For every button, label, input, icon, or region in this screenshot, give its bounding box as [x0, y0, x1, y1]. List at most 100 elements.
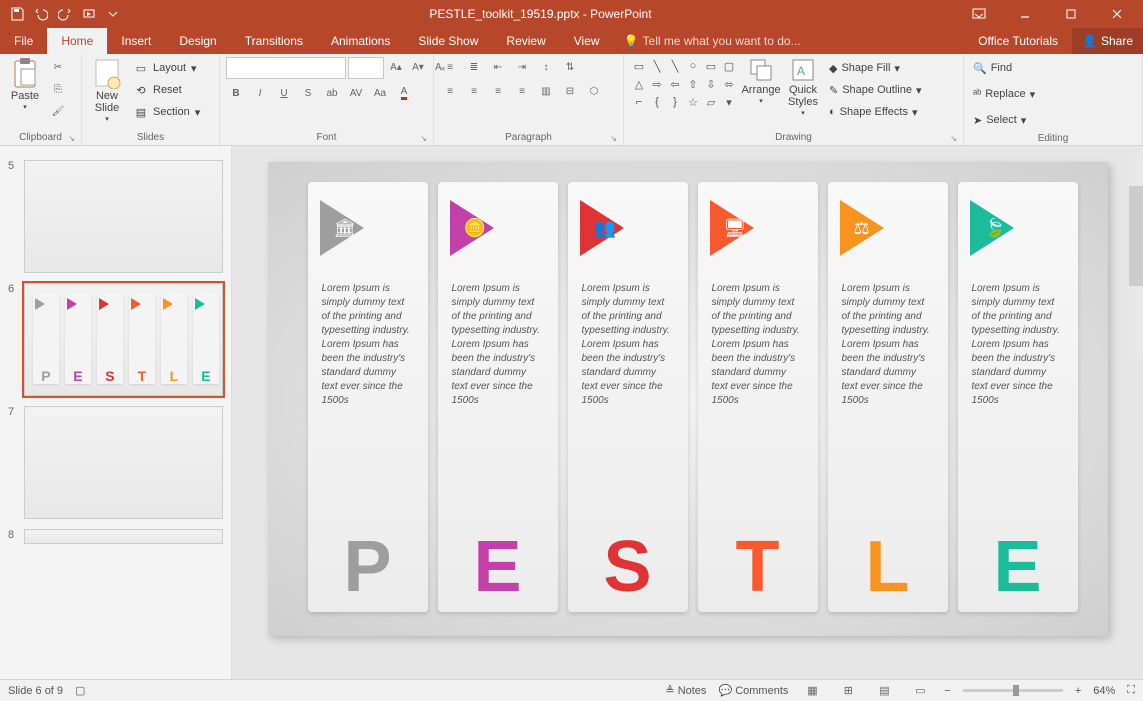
normal-view-icon[interactable]: ▦ [800, 682, 824, 700]
tab-animations[interactable]: Animations [317, 28, 404, 54]
thumb-slide-5[interactable] [24, 160, 223, 273]
launcher-icon[interactable]: ↘ [610, 134, 617, 143]
decrease-font-icon[interactable]: A▾ [408, 57, 428, 77]
slide-counter[interactable]: Slide 6 of 9 [8, 685, 63, 697]
slide-canvas[interactable]: 🏛Lorem Ipsum is simply dummy text of the… [268, 162, 1108, 636]
slide-thumbnail-pane[interactable]: 5 6 P E S T L E 7 8 [0, 146, 232, 679]
tab-home[interactable]: Home [47, 28, 107, 54]
justify-icon[interactable]: ≡ [512, 81, 532, 101]
pestle-column-e[interactable]: 🍃Lorem Ipsum is simply dummy text of the… [958, 182, 1078, 612]
italic-icon[interactable]: I [250, 83, 270, 103]
shape-tri-icon[interactable]: △ [630, 75, 648, 93]
undo-icon[interactable] [30, 3, 52, 25]
start-from-beginning-icon[interactable] [78, 3, 100, 25]
align-text-icon[interactable]: ⊟ [560, 81, 580, 101]
spell-check-icon[interactable]: ▢ [75, 684, 85, 697]
shape-star-icon[interactable]: ☆ [684, 93, 702, 111]
align-center-icon[interactable]: ≡ [464, 81, 484, 101]
bold-icon[interactable]: B [226, 83, 246, 103]
pestle-column-l[interactable]: ⚖Lorem Ipsum is simply dummy text of the… [828, 182, 948, 612]
launcher-icon[interactable]: ↘ [68, 134, 75, 143]
shape-roundrect-icon[interactable]: ▢ [720, 57, 738, 75]
shape-brace-icon[interactable]: { [648, 93, 666, 111]
replace-button[interactable]: ᵃᵇReplace ▾ [970, 83, 1038, 105]
change-case-icon[interactable]: Aa [370, 83, 390, 103]
slide-editor[interactable]: 🏛Lorem Ipsum is simply dummy text of the… [232, 146, 1143, 679]
pestle-column-p[interactable]: 🏛Lorem Ipsum is simply dummy text of the… [308, 182, 428, 612]
shape-arr5-icon[interactable]: ⬄ [720, 75, 738, 93]
shape-oval-icon[interactable]: ○ [684, 57, 702, 75]
fit-to-window-icon[interactable]: ⛶ [1127, 684, 1135, 697]
numbering-icon[interactable]: ≣ [464, 57, 484, 77]
shape-conn-icon[interactable]: ⌐ [630, 93, 648, 111]
shadow-icon[interactable]: ab [322, 83, 342, 103]
shape-line2-icon[interactable]: ╲ [666, 57, 684, 75]
shape-line-icon[interactable]: ╲ [648, 57, 666, 75]
shape-more-icon[interactable]: ▾ [720, 93, 738, 111]
increase-font-icon[interactable]: A▴ [386, 57, 406, 77]
format-painter-icon[interactable]: 🖌 [48, 101, 68, 121]
decrease-indent-icon[interactable]: ⇤ [488, 57, 508, 77]
increase-indent-icon[interactable]: ⇥ [512, 57, 532, 77]
thumb-slide-8[interactable] [24, 529, 223, 544]
shape-fill-button[interactable]: ◆Shape Fill ▾ [826, 57, 924, 79]
shape-rect2-icon[interactable]: ▭ [702, 57, 720, 75]
reading-view-icon[interactable]: ▤ [872, 682, 896, 700]
scrollbar-vertical[interactable] [1129, 156, 1143, 356]
pestle-column-t[interactable]: 🖥Lorem Ipsum is simply dummy text of the… [698, 182, 818, 612]
shape-rect-icon[interactable]: ▭ [630, 57, 648, 75]
shape-outline-button[interactable]: ✎Shape Outline ▾ [826, 79, 924, 101]
align-right-icon[interactable]: ≡ [488, 81, 508, 101]
font-family-combo[interactable] [226, 57, 346, 79]
copy-icon[interactable]: ⎘ [48, 79, 68, 99]
cut-icon[interactable]: ✂ [48, 57, 68, 77]
tab-review[interactable]: Review [492, 28, 559, 54]
text-direction-icon[interactable]: ⇅ [560, 57, 580, 77]
comments-button[interactable]: 💬 Comments [718, 684, 788, 697]
quick-styles-button[interactable]: A Quick Styles▾ [784, 57, 822, 117]
font-size-combo[interactable] [348, 57, 384, 79]
strikethrough-icon[interactable]: S [298, 83, 318, 103]
pestle-column-e[interactable]: 🪙Lorem Ipsum is simply dummy text of the… [438, 182, 558, 612]
thumb-slide-6[interactable]: P E S T L E [24, 283, 223, 396]
select-button[interactable]: ➤Select ▾ [970, 109, 1029, 131]
shape-arr4-icon[interactable]: ⇩ [702, 75, 720, 93]
shape-brace2-icon[interactable]: } [666, 93, 684, 111]
underline-icon[interactable]: U [274, 83, 294, 103]
tab-view[interactable]: View [560, 28, 614, 54]
section-button[interactable]: ▤Section ▾ [130, 101, 204, 123]
slideshow-view-icon[interactable]: ▭ [908, 682, 932, 700]
pestle-column-s[interactable]: 👥Lorem Ipsum is simply dummy text of the… [568, 182, 688, 612]
maximize-button[interactable] [1049, 0, 1093, 28]
minimize-button[interactable] [1003, 0, 1047, 28]
layout-button[interactable]: ▭Layout ▾ [130, 57, 204, 79]
zoom-slider[interactable] [963, 689, 1063, 692]
shape-banner-icon[interactable]: ▱ [702, 93, 720, 111]
qat-customize-icon[interactable] [102, 3, 124, 25]
redo-icon[interactable] [54, 3, 76, 25]
tab-design[interactable]: Design [165, 28, 230, 54]
arrange-button[interactable]: Arrange▾ [742, 57, 780, 105]
shape-effects-button[interactable]: ◐Shape Effects ▾ [826, 101, 924, 123]
bullets-icon[interactable]: ≡ [440, 57, 460, 77]
tell-me-search[interactable]: 💡 Tell me what you want to do... [614, 28, 801, 54]
tab-office-tutorials[interactable]: Office Tutorials [964, 28, 1072, 54]
ribbon-display-options-icon[interactable] [957, 0, 1001, 28]
paste-button[interactable]: Paste ▾ [6, 57, 44, 111]
find-button[interactable]: 🔍Find [970, 57, 1015, 79]
char-spacing-icon[interactable]: AV [346, 83, 366, 103]
align-left-icon[interactable]: ≡ [440, 81, 460, 101]
zoom-in-icon[interactable]: + [1075, 685, 1081, 697]
tab-insert[interactable]: Insert [107, 28, 165, 54]
share-button[interactable]: 👤 Share [1072, 28, 1143, 54]
sorter-view-icon[interactable]: ⊞ [836, 682, 860, 700]
columns-icon[interactable]: ▥ [536, 81, 556, 101]
tab-file[interactable]: File [0, 28, 47, 54]
scrollbar-thumb[interactable] [1129, 186, 1143, 286]
shapes-gallery[interactable]: ▭╲╲○▭▢ △⇨⇦⇧⇩⬄ ⌐{}☆▱▾ [630, 57, 738, 111]
line-spacing-icon[interactable]: ↕ [536, 57, 556, 77]
tab-transitions[interactable]: Transitions [231, 28, 317, 54]
font-color-icon[interactable]: A [394, 83, 414, 103]
new-slide-button[interactable]: New Slide ▾ [88, 57, 126, 123]
zoom-level[interactable]: 64% [1093, 685, 1115, 697]
